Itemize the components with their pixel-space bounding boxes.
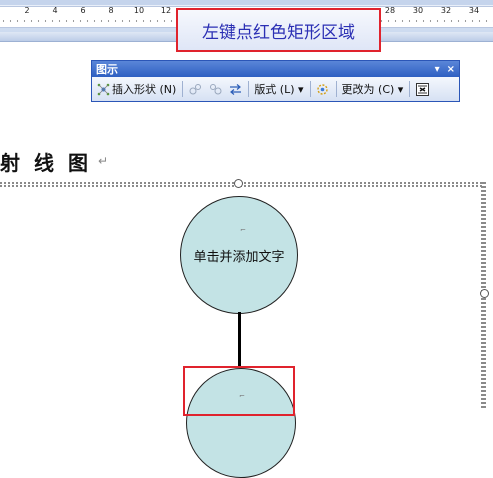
ruler-tick: 12	[160, 6, 172, 15]
toolbar-separator	[248, 81, 250, 97]
ruler-tick: 6	[80, 6, 86, 15]
document-heading: 射线图 ↵	[0, 146, 108, 176]
autoformat-icon	[316, 82, 330, 96]
toolbar-close-icon[interactable]: ×	[447, 64, 455, 75]
canvas-resize-handle-right[interactable]	[480, 289, 489, 298]
ruler-tick: 32	[440, 6, 452, 15]
toolbar-title: 图示	[96, 63, 118, 76]
change-to-label: 更改为 (C) ▾	[341, 83, 404, 96]
insert-shape-icon	[96, 82, 110, 96]
heading-text: 射线图	[0, 150, 102, 175]
change-to-dropdown[interactable]: 更改为 (C) ▾	[342, 81, 404, 97]
toolbar-buttons-row: 插入形状 (N) 版式 (L) ▾ 更改为 (C) ▾	[92, 77, 459, 101]
text-wrapping-icon	[415, 82, 429, 96]
ruler-tick: 4	[52, 6, 58, 15]
ruler-tick: 10	[133, 6, 145, 15]
toolbar-titlebar[interactable]: 图示 ▾ ×	[92, 61, 459, 77]
move-shape-forward-button[interactable]	[208, 82, 222, 96]
insert-shape-label: 插入形状 (N)	[112, 83, 177, 96]
instruction-callout: 左键点红色矩形区域	[176, 8, 381, 52]
toolbar-separator	[409, 81, 411, 97]
ruler-top-strip	[0, 0, 493, 5]
radial-connector-line	[238, 312, 241, 367]
reverse-arrows-icon	[228, 82, 242, 96]
ruler-tick: 30	[412, 6, 424, 15]
move-backward-icon	[188, 82, 202, 96]
toolbar-options-icon[interactable]: ▾	[435, 64, 440, 75]
diagram-toolbar[interactable]: 图示 ▾ × 插入形状 (N) 版式 (L) ▾ 更改为 (C) ▾	[91, 60, 460, 102]
paragraph-mark-icon: ↵	[98, 154, 109, 168]
ruler-tick: 8	[108, 6, 114, 15]
toolbar-separator	[182, 81, 184, 97]
canvas-resize-handle-top[interactable]	[234, 179, 243, 188]
ruler-tick: 28	[384, 6, 396, 15]
toolbar-separator	[309, 81, 311, 97]
reverse-diagram-button[interactable]	[228, 82, 242, 96]
red-highlight-rectangle[interactable]	[183, 366, 295, 416]
move-shape-backward-button[interactable]	[188, 82, 202, 96]
move-forward-icon	[208, 82, 222, 96]
circle-placeholder-text: 单击并添加文字	[193, 249, 285, 265]
insert-shape-button[interactable]: 插入形状 (N)	[96, 81, 176, 97]
ruler-tick: 2	[24, 6, 30, 15]
anchor-mark: ⌐	[240, 226, 246, 234]
layout-dropdown[interactable]: 版式 (L) ▾	[254, 81, 303, 97]
top-diagram-circle[interactable]: 单击并添加文字	[180, 196, 298, 314]
autoformat-button[interactable]	[316, 82, 330, 96]
toolbar-separator	[335, 81, 337, 97]
layout-label: 版式 (L) ▾	[254, 83, 304, 96]
ruler-tick: 34	[468, 6, 480, 15]
text-wrapping-button[interactable]	[415, 82, 429, 96]
